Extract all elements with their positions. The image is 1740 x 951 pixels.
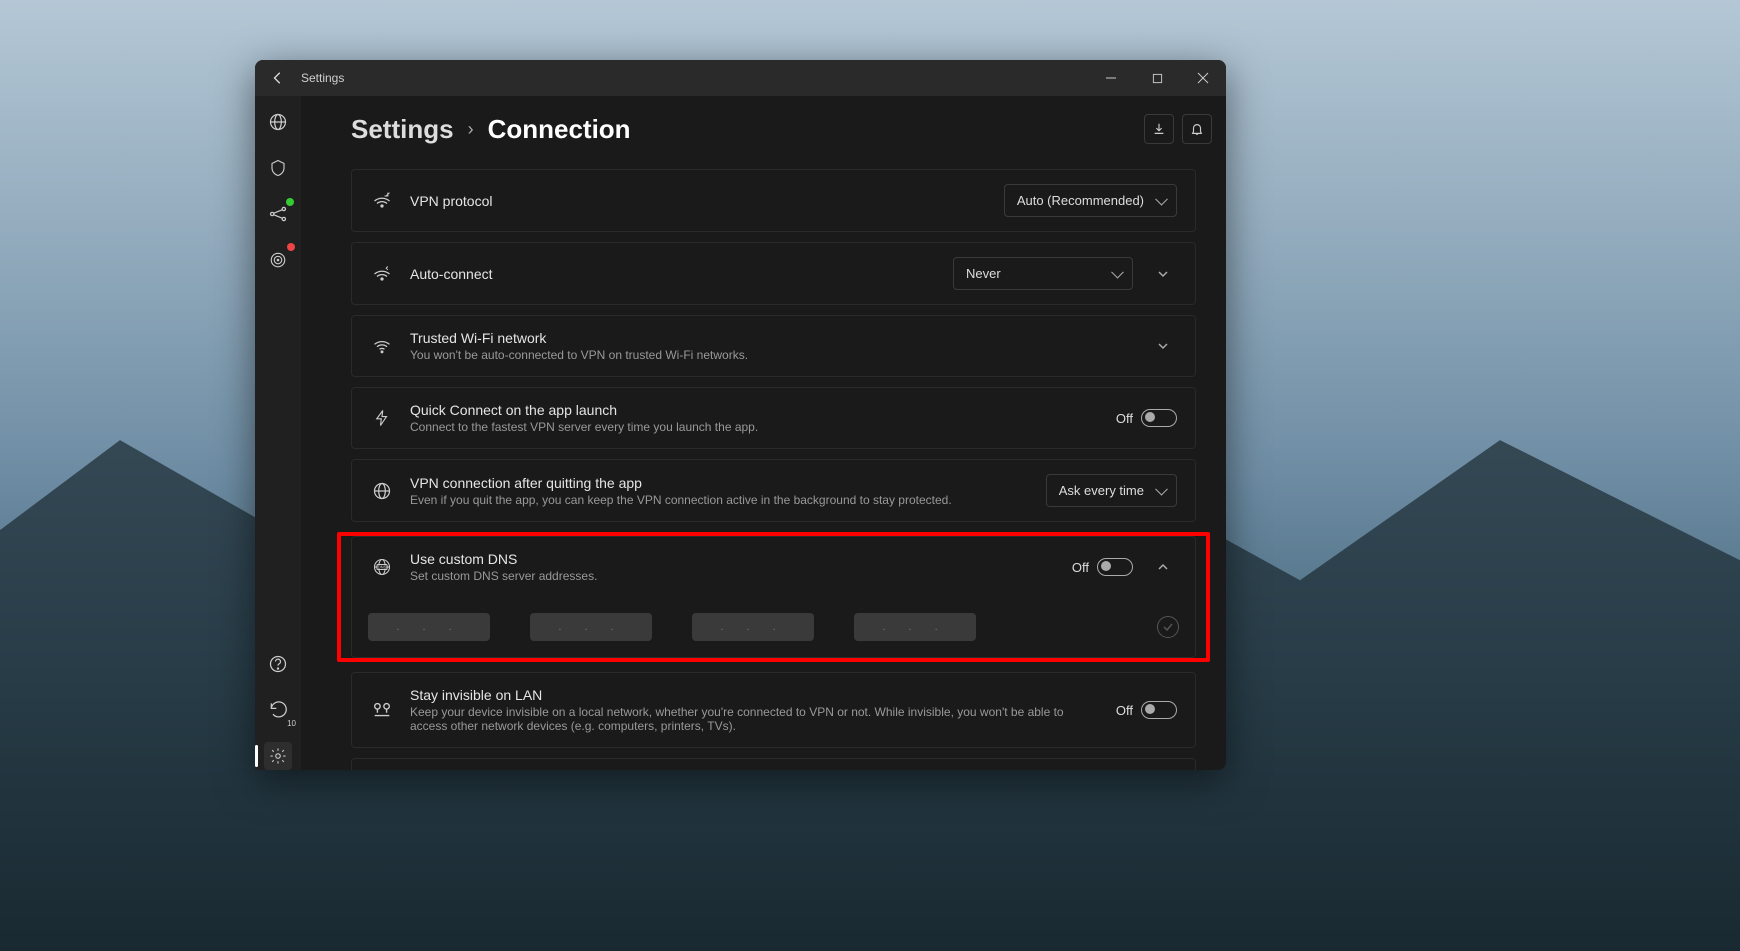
breadcrumb-parent[interactable]: Settings xyxy=(351,114,454,145)
row-title: VPN connection after quitting the app xyxy=(410,475,1030,491)
row-title: VPN protocol xyxy=(410,193,988,209)
apply-dns-button[interactable] xyxy=(1157,616,1179,638)
wifi-icon xyxy=(370,334,394,358)
back-button[interactable] xyxy=(267,67,289,89)
dns-icon: DNS xyxy=(370,555,394,579)
row-description: Even if you quit the app, you can keep t… xyxy=(410,493,1030,507)
maximize-button[interactable] xyxy=(1134,60,1180,96)
dns-ip-input-2[interactable]: . . . xyxy=(530,613,652,641)
titlebar: Settings xyxy=(255,60,1226,96)
stay-invisible-toggle[interactable] xyxy=(1141,701,1177,719)
row-custom-dns: DNS Use custom DNS Set custom DNS server… xyxy=(351,536,1196,597)
toggle-label: Off xyxy=(1072,560,1089,575)
main-content: Settings › Connection VPN protocol Auto … xyxy=(301,96,1226,770)
row-stay-invisible: Stay invisible on LAN Keep your device i… xyxy=(351,672,1196,748)
auto-connect-dropdown[interactable]: Never xyxy=(953,257,1133,290)
toggle-label: Off xyxy=(1116,703,1133,718)
svg-text:DNS: DNS xyxy=(378,565,387,570)
page-title: Connection xyxy=(488,114,631,145)
row-title: Stay invisible on LAN xyxy=(410,687,1100,703)
vpn-protocol-dropdown[interactable]: Auto (Recommended) xyxy=(1004,184,1177,217)
row-title: Trusted Wi-Fi network xyxy=(410,330,1133,346)
row-description: Set custom DNS server addresses. xyxy=(410,569,1056,583)
row-quick-connect: Quick Connect on the app launch Connect … xyxy=(351,387,1196,449)
dns-ip-input-1[interactable]: . . . xyxy=(368,613,490,641)
expand-button[interactable] xyxy=(1149,332,1177,360)
minimize-button[interactable] xyxy=(1088,60,1134,96)
row-after-quit: VPN connection after quitting the app Ev… xyxy=(351,459,1196,522)
row-description: Keep your device invisible on a local ne… xyxy=(410,705,1100,733)
expand-button[interactable] xyxy=(1149,260,1177,288)
status-dot-icon xyxy=(286,198,294,206)
notifications-button[interactable] xyxy=(1182,114,1212,144)
sidebar-item-globe[interactable] xyxy=(264,108,292,136)
row-trusted-wifi: Trusted Wi-Fi network You won't be auto-… xyxy=(351,315,1196,377)
globe-icon xyxy=(370,479,394,503)
row-auto-connect: Auto-connect Never xyxy=(351,242,1196,305)
signal-auto-icon xyxy=(370,262,394,286)
collapse-button[interactable] xyxy=(1149,553,1177,581)
highlight-annotation: DNS Use custom DNS Set custom DNS server… xyxy=(337,532,1210,662)
sidebar-item-network[interactable] xyxy=(264,200,292,228)
status-dot-icon xyxy=(287,243,295,251)
signal-icon xyxy=(370,189,394,213)
after-quit-dropdown[interactable]: Ask every time xyxy=(1046,474,1177,507)
window-controls xyxy=(1088,60,1226,96)
sidebar-item-recent[interactable]: 10 xyxy=(264,696,292,724)
window-title: Settings xyxy=(301,71,344,85)
quick-connect-toggle[interactable] xyxy=(1141,409,1177,427)
lightning-icon xyxy=(370,406,394,430)
dns-ip-input-4[interactable]: . . . xyxy=(854,613,976,641)
row-vpn-protocol: VPN protocol Auto (Recommended) xyxy=(351,169,1196,232)
custom-dns-toggle[interactable] xyxy=(1097,558,1133,576)
row-title: Use custom DNS xyxy=(410,551,1056,567)
sidebar: 10 xyxy=(255,96,301,770)
sidebar-item-help[interactable] xyxy=(264,650,292,678)
row-remote-access: Allow remote access while connected to V… xyxy=(351,758,1196,770)
download-button[interactable] xyxy=(1144,114,1174,144)
row-title: Auto-connect xyxy=(410,266,937,282)
recent-count-badge: 10 xyxy=(287,719,296,728)
breadcrumb: Settings › Connection xyxy=(351,114,1196,145)
sidebar-item-settings[interactable] xyxy=(264,742,292,770)
settings-window: Settings xyxy=(255,60,1226,770)
toggle-label: Off xyxy=(1116,411,1133,426)
chevron-right-icon: › xyxy=(468,119,474,140)
dns-input-row: . . . . . . . . . . . . xyxy=(351,597,1196,658)
lan-icon xyxy=(370,698,394,722)
close-button[interactable] xyxy=(1180,60,1226,96)
dns-ip-input-3[interactable]: . . . xyxy=(692,613,814,641)
row-description: Connect to the fastest VPN server every … xyxy=(410,420,1100,434)
row-title: Quick Connect on the app launch xyxy=(410,402,1100,418)
sidebar-item-target[interactable] xyxy=(264,246,292,274)
row-description: You won't be auto-connected to VPN on tr… xyxy=(410,348,1133,362)
sidebar-item-shield[interactable] xyxy=(264,154,292,182)
